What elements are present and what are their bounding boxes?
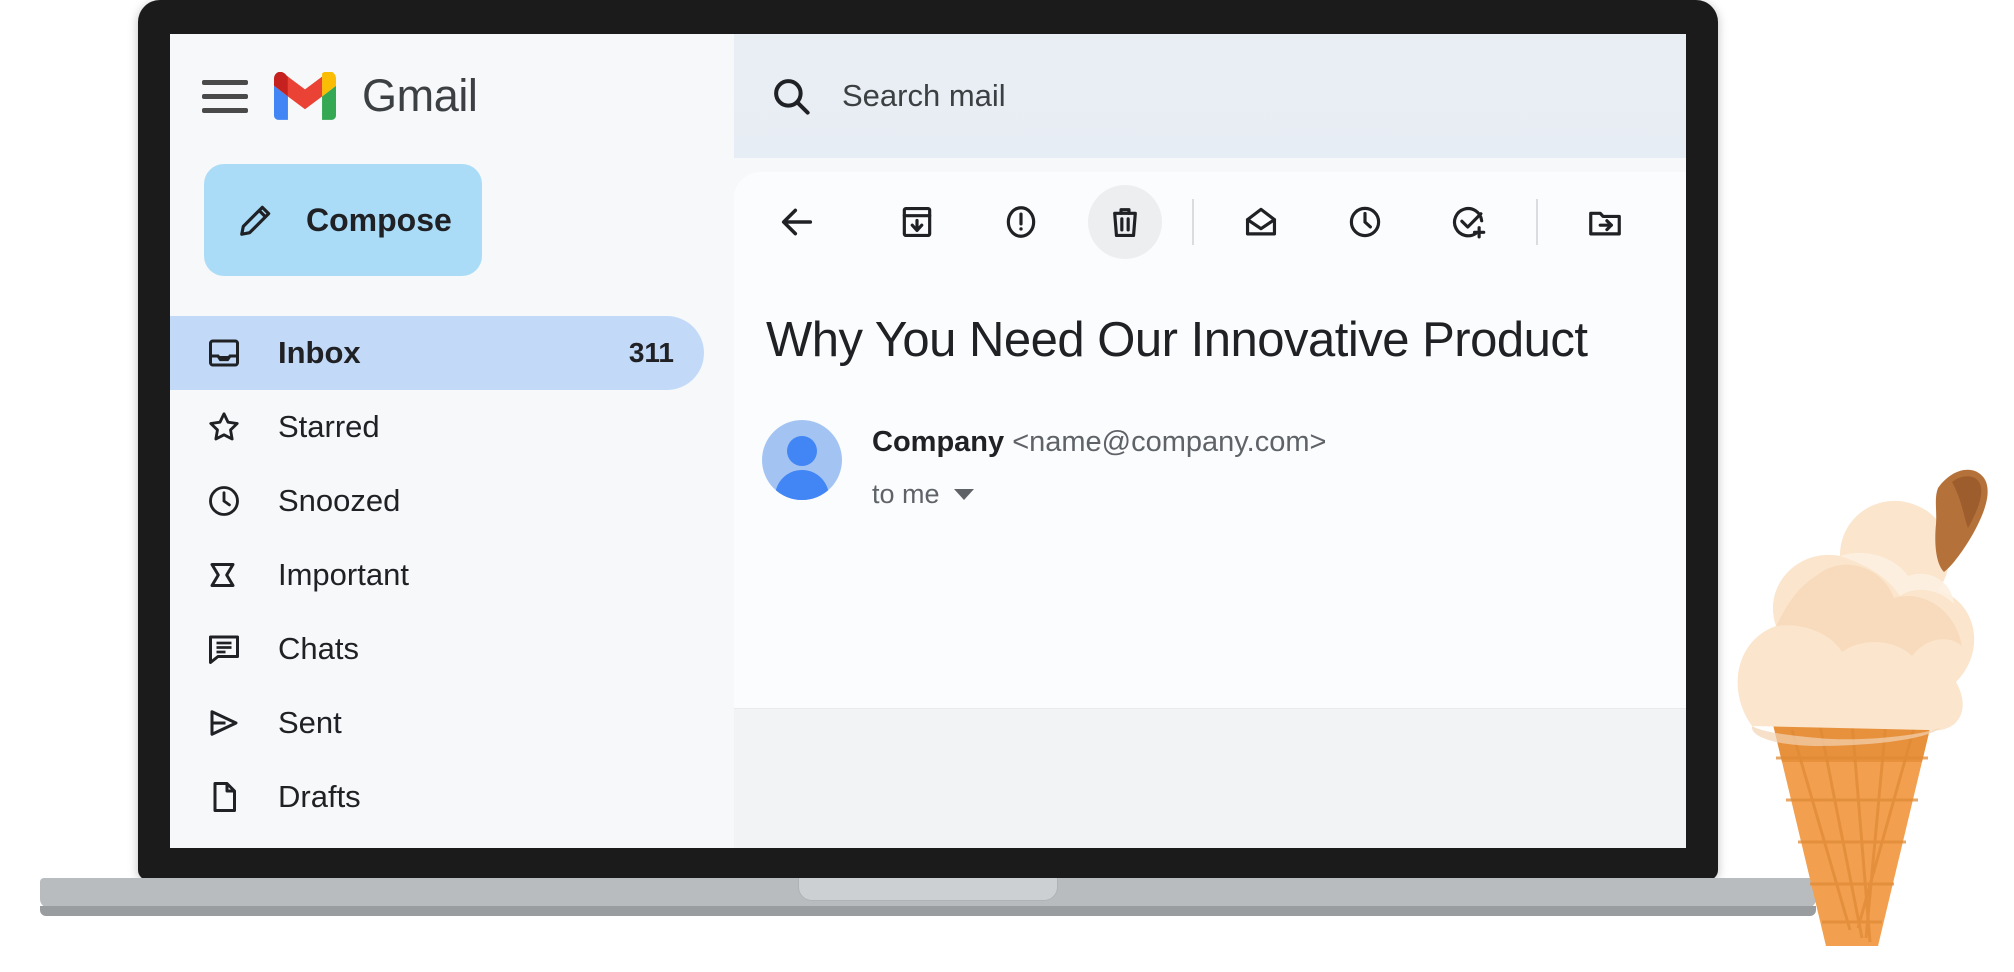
toolbar-divider-2 bbox=[1536, 199, 1538, 245]
search-input[interactable]: Search mail bbox=[842, 78, 1006, 114]
clock-icon bbox=[1349, 206, 1381, 238]
pencil-icon bbox=[236, 200, 276, 240]
inbox-icon bbox=[204, 333, 244, 373]
avatar bbox=[762, 420, 842, 500]
sender-details: Company <name@company.com> to me bbox=[872, 420, 1326, 510]
sidebar-nav: Inbox 311 Starred Snoozed Important Chat… bbox=[170, 316, 734, 834]
email-toolbar bbox=[734, 172, 1686, 272]
gmail-body: Compose Inbox 311 Starred Snoozed Import… bbox=[170, 158, 1686, 848]
clock-icon bbox=[204, 481, 244, 521]
sidebar-item-important[interactable]: Important bbox=[170, 538, 704, 612]
sidebar-item-label: Drafts bbox=[278, 779, 361, 814]
gmail-wordmark: Gmail bbox=[362, 70, 478, 121]
inbox-unread-count: 311 bbox=[628, 337, 674, 368]
mark-unread-button[interactable] bbox=[1224, 185, 1298, 259]
compose-label: Compose bbox=[306, 201, 452, 238]
gmail-app: Gmail Search mail Compose Inbox 311 Star… bbox=[170, 34, 1686, 848]
recipient-label: to me bbox=[872, 479, 940, 509]
star-icon bbox=[204, 407, 244, 447]
search-bar[interactable]: Search mail bbox=[734, 34, 1686, 158]
sender-email: <name@company.com> bbox=[1012, 426, 1327, 458]
sidebar-item-starred[interactable]: Starred bbox=[170, 390, 704, 464]
chat-icon bbox=[204, 629, 244, 669]
mail-open-icon bbox=[1245, 207, 1277, 236]
sidebar-item-label: Snoozed bbox=[278, 483, 401, 518]
move-to-button[interactable] bbox=[1568, 185, 1642, 259]
chevron-down-icon[interactable] bbox=[953, 489, 974, 500]
sidebar-item-drafts[interactable]: Drafts bbox=[170, 760, 704, 834]
sidebar-item-sent[interactable]: Sent bbox=[170, 686, 704, 760]
email-card: Why You Need Our Innovative Product Comp… bbox=[734, 172, 1686, 848]
sidebar: Compose Inbox 311 Starred Snoozed Import… bbox=[170, 158, 734, 848]
sender-name: Company bbox=[872, 426, 1005, 458]
gmail-logo-icon bbox=[274, 72, 336, 120]
sidebar-item-label: Important bbox=[278, 557, 409, 592]
sidebar-item-label: Sent bbox=[278, 705, 342, 740]
arrow-left-icon bbox=[781, 208, 813, 236]
archive-button[interactable] bbox=[880, 185, 954, 259]
add-to-tasks-button[interactable] bbox=[1432, 185, 1506, 259]
task-add-icon bbox=[1452, 207, 1486, 239]
trash-icon bbox=[1113, 208, 1137, 238]
toolbar-divider-1 bbox=[1192, 199, 1194, 245]
laptop-base bbox=[40, 878, 1816, 908]
gmail-brand-area: Gmail bbox=[170, 70, 734, 122]
sidebar-item-chats[interactable]: Chats bbox=[170, 612, 704, 686]
delete-button[interactable] bbox=[1088, 185, 1162, 259]
important-icon bbox=[204, 555, 244, 595]
email-subject: Why You Need Our Innovative Product bbox=[766, 313, 1588, 367]
draft-icon bbox=[204, 777, 244, 817]
snooze-button[interactable] bbox=[1328, 185, 1402, 259]
report-spam-button[interactable] bbox=[984, 185, 1058, 259]
screenshot-root: Gmail Search mail Compose Inbox 311 Star… bbox=[0, 0, 2014, 972]
report-spam-icon bbox=[1006, 206, 1036, 238]
email-sender-row: Company <name@company.com> to me bbox=[734, 368, 1686, 510]
archive-icon bbox=[902, 206, 932, 238]
back-button[interactable] bbox=[760, 185, 834, 259]
sidebar-item-label: Inbox bbox=[278, 335, 361, 370]
search-icon bbox=[774, 79, 810, 115]
gmail-topbar: Gmail Search mail bbox=[170, 34, 1686, 158]
hamburger-menu-icon[interactable] bbox=[202, 73, 248, 119]
email-body-area bbox=[734, 709, 1686, 848]
sidebar-item-label: Starred bbox=[278, 409, 380, 444]
compose-button[interactable]: Compose bbox=[204, 164, 482, 276]
laptop-foot bbox=[40, 906, 1816, 916]
ice-cream-cone-illustration bbox=[1737, 469, 1988, 946]
laptop-screen: Gmail Search mail Compose Inbox 311 Star… bbox=[170, 34, 1686, 848]
sidebar-item-label: Chats bbox=[278, 631, 359, 666]
sidebar-item-inbox[interactable]: Inbox 311 bbox=[170, 316, 704, 390]
sidebar-item-snoozed[interactable]: Snoozed bbox=[170, 464, 704, 538]
sender-line: Company <name@company.com> bbox=[872, 426, 1326, 459]
folder-arrow-icon bbox=[1589, 211, 1621, 236]
send-icon bbox=[204, 703, 244, 743]
reading-pane: Why You Need Our Innovative Product Comp… bbox=[734, 158, 1686, 848]
laptop-mockup: Gmail Search mail Compose Inbox 311 Star… bbox=[40, 0, 1816, 916]
recipient-row[interactable]: to me bbox=[872, 479, 1326, 510]
